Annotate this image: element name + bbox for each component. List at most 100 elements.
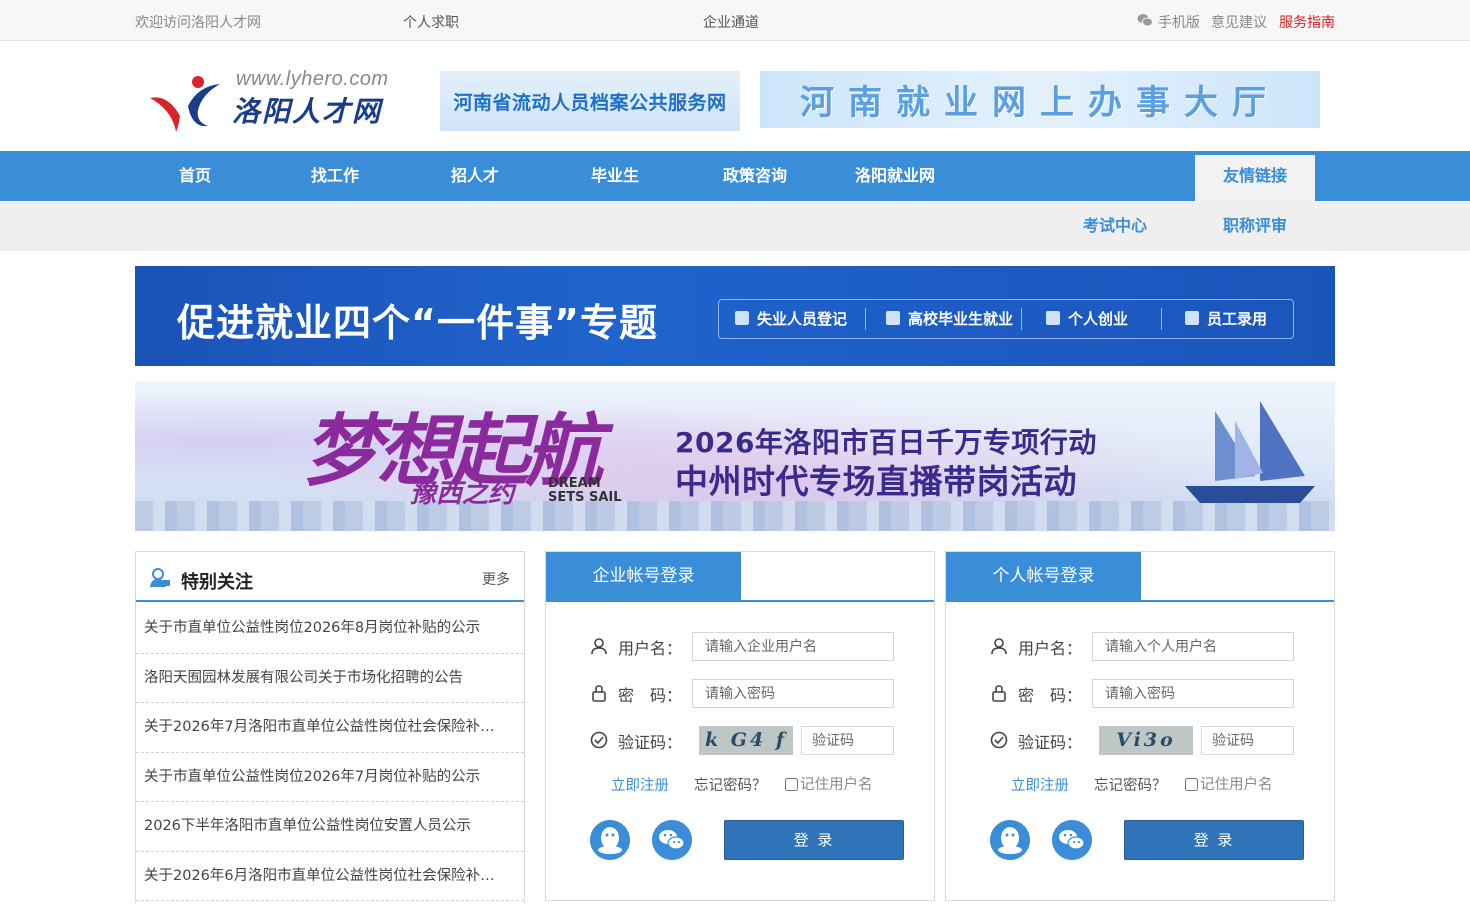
company-password-row: 密 码： (590, 679, 910, 709)
topic-employee-hiring[interactable]: 员工录用 (1185, 300, 1267, 338)
banner-english-line2: SETS SAIL (548, 490, 622, 505)
divider (865, 308, 866, 330)
forgot-password-link[interactable]: 忘记密码？ (1094, 774, 1167, 795)
company-password-input[interactable] (692, 679, 894, 708)
shield-icon (1046, 311, 1060, 325)
personal-login-tab[interactable]: 个人帐号登录 (946, 552, 1141, 602)
notice-more-link[interactable]: 更多 (482, 569, 510, 589)
topic-title: 促进就业四个“一件事”专题 (177, 301, 658, 345)
employment-topic-banner[interactable]: 促进就业四个“一件事”专题 失业人员登记 高校毕业生就业 个人创业 员工录用 (135, 266, 1335, 366)
notice-item[interactable]: 洛阳天囿园林发展有限公司关于市场化招聘的公告 (136, 654, 524, 703)
divider (1161, 308, 1162, 330)
subnav-title-review[interactable]: 职称评审 (1223, 201, 1287, 251)
remember-username[interactable]: 记住用户名 (1185, 773, 1273, 794)
personal-password-row: 密 码： (990, 679, 1310, 709)
personal-login-button[interactable]: 登 录 (1124, 820, 1304, 860)
mobile-version-link[interactable]: 手机版 (1158, 12, 1200, 32)
personal-job-link[interactable]: 个人求职 (403, 12, 459, 32)
notice-title: 特别关注 (181, 572, 253, 593)
register-link[interactable]: 立即注册 (1011, 774, 1069, 795)
captcha-image[interactable]: Vi3o (1099, 726, 1193, 755)
logo-url: www.lyhero.com (236, 68, 389, 90)
nav-graduates[interactable]: 毕业生 (591, 151, 639, 201)
notice-item[interactable]: 2026下半年洛阳市直单位公益性岗位安置人员公示 (136, 802, 524, 852)
check-circle-icon (590, 731, 608, 749)
special-notice-panel: 特别关注 更多 关于市直单位公益性岗位2026年8月岗位补贴的公示 洛阳天囿园林… (135, 551, 525, 903)
notice-user-icon (150, 568, 170, 587)
company-captcha-input[interactable] (801, 726, 894, 755)
topic-entrepreneurship[interactable]: 个人创业 (1046, 300, 1128, 338)
wechat-login-icon[interactable] (1052, 820, 1092, 860)
username-label: 用户名： (1018, 639, 1083, 658)
user-icon (991, 638, 1007, 655)
personal-captcha-row: 验证码： Vi3o (990, 726, 1310, 756)
service-guide-link[interactable]: 服务指南 (1279, 12, 1335, 32)
company-username-input[interactable] (692, 632, 894, 661)
register-link[interactable]: 立即注册 (611, 774, 669, 795)
main-nav: 首页 找工作 招人才 毕业生 政策咨询 洛阳就业网 友情链接 (0, 151, 1470, 201)
nav-find-job[interactable]: 找工作 (311, 151, 359, 201)
password-label: 密 码： (618, 686, 683, 705)
personal-username-row: 用户名： (990, 632, 1310, 662)
archive-service-banner[interactable]: 河南省流动人员档案公共服务网 (440, 71, 740, 131)
personal-captcha-input[interactable] (1201, 726, 1294, 755)
dream-sets-sail-banner[interactable]: 梦想起航 豫西之约 DREAM SETS SAIL 2026年洛阳市百日千万专项行… (135, 381, 1335, 531)
sailing-ship-icon (1185, 401, 1315, 503)
banner-english: DREAM SETS SAIL (548, 477, 622, 505)
graduate-icon (886, 311, 900, 325)
henan-employment-banner[interactable]: 河南就业网上办事大厅 (760, 71, 1320, 128)
check-circle-icon (990, 731, 1008, 749)
topic-unemployed-registration[interactable]: 失业人员登记 (735, 300, 847, 338)
forgot-password-link[interactable]: 忘记密码？ (694, 774, 767, 795)
user-icon (591, 638, 607, 655)
remember-checkbox[interactable] (1185, 777, 1198, 791)
notice-item[interactable]: 关于市直单位公益性岗位2026年8月岗位补贴的公示 (136, 604, 524, 654)
topic-graduate-employment[interactable]: 高校毕业生就业 (886, 300, 1013, 338)
logo-mark-icon (150, 76, 220, 132)
notice-item[interactable]: 关于2026年6月洛阳市直单位公益性岗位社会保险补贴的公示 (136, 852, 524, 901)
remember-checkbox[interactable] (785, 777, 798, 791)
company-username-row: 用户名： (590, 632, 910, 662)
nav-friend-links[interactable]: 友情链接 (1195, 155, 1315, 201)
notice-list: 关于市直单位公益性岗位2026年8月岗位补贴的公示 洛阳天囿园林发展有限公司关于… (136, 604, 524, 901)
city-skyline-graphic (135, 501, 1335, 531)
registration-icon (735, 311, 749, 325)
subnav-exam-center[interactable]: 考试中心 (1083, 201, 1147, 251)
company-login-tab[interactable]: 企业帐号登录 (546, 552, 741, 602)
topic-option-label: 个人创业 (1068, 310, 1129, 328)
nav-recruit[interactable]: 招人才 (451, 151, 499, 201)
remember-username[interactable]: 记住用户名 (785, 773, 873, 794)
divider (1021, 308, 1022, 330)
notice-item[interactable]: 关于市直单位公益性岗位2026年7月岗位补贴的公示 (136, 753, 524, 802)
topic-option-label: 高校毕业生就业 (908, 310, 1014, 328)
wechat-icon (1137, 14, 1153, 27)
topic-option-label: 员工录用 (1207, 310, 1268, 328)
sub-nav: 考试中心 职称评审 (0, 201, 1470, 251)
company-login-button[interactable]: 登 录 (724, 820, 904, 860)
feedback-link[interactable]: 意见建议 (1211, 12, 1267, 32)
topic-option-label: 失业人员登记 (757, 310, 848, 328)
password-label: 密 码： (1018, 686, 1083, 705)
company-login-panel: 企业帐号登录 用户名： 密 码： 验证码： k G4 f 立即注册 忘记密码？ … (545, 551, 935, 901)
nav-luoyang-employment[interactable]: 洛阳就业网 (855, 151, 935, 201)
nav-policy[interactable]: 政策咨询 (723, 151, 787, 201)
captcha-image[interactable]: k G4 f (699, 726, 793, 755)
topic-options: 失业人员登记 高校毕业生就业 个人创业 员工录用 (718, 299, 1294, 339)
qq-login-icon[interactable] (590, 820, 630, 860)
company-captcha-row: 验证码： k G4 f (590, 726, 910, 756)
top-bar: 欢迎访问洛阳人才网 个人求职 企业通道 手机版 意见建议 服务指南 (0, 0, 1470, 41)
personal-password-input[interactable] (1092, 679, 1294, 708)
site-logo[interactable]: www.lyhero.com 洛阳人才网 (148, 68, 408, 132)
welcome-text: 欢迎访问洛阳人才网 (135, 15, 261, 31)
lock-icon (592, 685, 606, 702)
remember-label: 记住用户名 (1200, 777, 1273, 793)
company-channel-link[interactable]: 企业通道 (703, 12, 759, 32)
wechat-login-icon[interactable] (652, 820, 692, 860)
personal-username-input[interactable] (1092, 632, 1294, 661)
username-label: 用户名： (618, 639, 683, 658)
banner-subslogan: 豫西之约 (410, 479, 515, 509)
qq-login-icon[interactable] (990, 820, 1030, 860)
notice-header: 特别关注 更多 (136, 552, 524, 602)
notice-item[interactable]: 关于2026年7月洛阳市直单位公益性岗位社会保险补贴的公示 (136, 703, 524, 753)
nav-home[interactable]: 首页 (179, 151, 211, 201)
